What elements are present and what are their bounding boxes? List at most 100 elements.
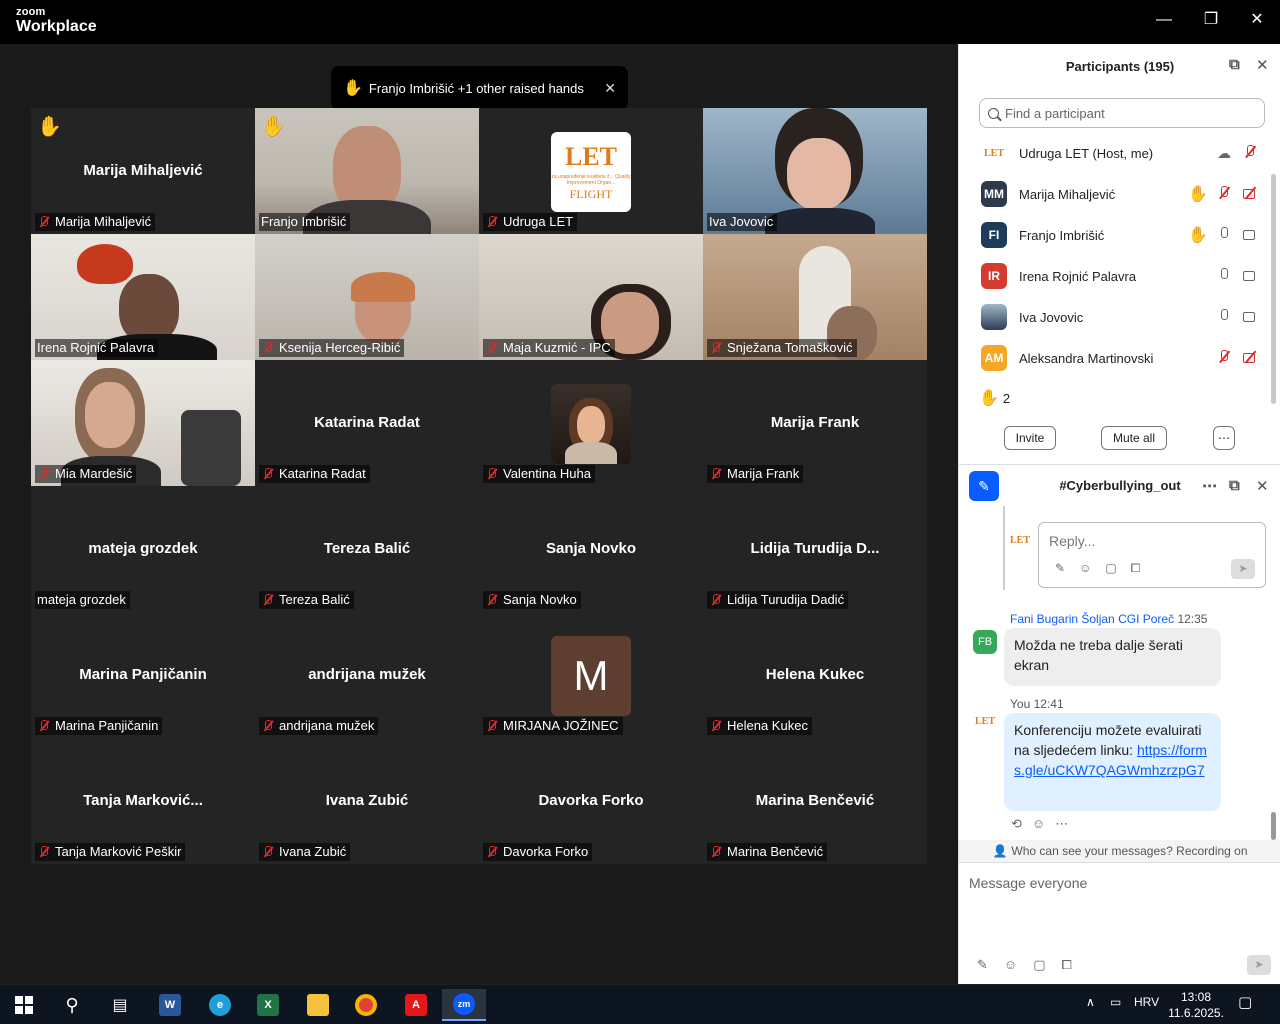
participant-row[interactable]: Iva Jovovic [981, 304, 1261, 330]
participant-name: Udruga LET [503, 214, 574, 229]
participant-name: Marija Mihaljević [55, 214, 152, 229]
language-indicator[interactable]: HRV [1134, 995, 1159, 1009]
participant-row[interactable]: IR Irena Rojnić Palavra [981, 263, 1261, 289]
tile-name: Sanja Novko [545, 540, 637, 557]
mic-muted-icon[interactable] [1239, 144, 1261, 162]
pop-out-chat-icon[interactable]: ⧉ [1229, 477, 1240, 494]
excel-icon[interactable]: X [246, 989, 290, 1021]
mic-muted-icon[interactable] [1213, 185, 1235, 203]
screenshot-icon[interactable]: ⧠ [1131, 561, 1155, 575]
video-off-icon[interactable] [1239, 350, 1261, 367]
file-explorer-icon[interactable] [296, 989, 340, 1021]
tile-name: Tanja Marković... [83, 792, 203, 809]
video-tile[interactable]: Maja Kuzmić - IPC [479, 234, 703, 360]
mic-muted-icon [261, 593, 275, 607]
acrobat-icon[interactable]: A [394, 989, 438, 1021]
emoji-reaction-icon[interactable]: ☺ [1032, 816, 1055, 831]
message-compose-input[interactable]: Message everyone ✎☺▢⧠ ➤ [959, 862, 1280, 984]
video-tile[interactable]: Ivana Zubić Ivana Zubić [255, 738, 479, 864]
video-tile[interactable]: ✋ Marija Mihaljević Marija Mihaljević [31, 108, 255, 234]
chat-scrollbar[interactable] [1271, 812, 1276, 840]
format-icon[interactable]: ✎ [977, 957, 1004, 972]
participant-search-input[interactable]: Find a participant [979, 98, 1265, 128]
minimize-button[interactable]: — [1150, 8, 1178, 32]
video-tile[interactable]: M MIRJANA JOŽINEC [479, 612, 703, 738]
format-icon[interactable]: ✎ [1055, 561, 1079, 575]
mic-icon[interactable] [1213, 308, 1235, 326]
mute-all-button[interactable]: Mute all [1101, 426, 1167, 450]
video-tile[interactable]: Katarina Radat Katarina Radat [255, 360, 479, 486]
restore-button[interactable]: ❐ [1197, 8, 1225, 32]
video-tile[interactable]: Ksenija Herceg-Ribić [255, 234, 479, 360]
file-icon[interactable]: ▢ [1105, 561, 1130, 575]
video-tile[interactable]: Lidija Turudija D... Lidija Turudija Dad… [703, 486, 927, 612]
video-tile[interactable]: Snježana Tomašković [703, 234, 927, 360]
video-tile[interactable]: Davorka Forko Davorka Forko [479, 738, 703, 864]
who-can-see-link[interactable]: 👤 Who can see your messages? Recording o… [959, 840, 1280, 862]
more-icon[interactable]: ⋯ [1202, 477, 1217, 495]
video-tile[interactable]: Sanja Novko Sanja Novko [479, 486, 703, 612]
word-icon[interactable]: W [148, 989, 192, 1021]
more-icon[interactable]: ⋯ [1055, 816, 1078, 831]
chevron-up-icon[interactable]: ∧ [1086, 995, 1095, 1009]
close-window-button[interactable]: ✕ [1243, 8, 1271, 32]
mic-muted-icon [709, 341, 723, 355]
windows-taskbar: ⚲ ▤ W e X A zm ∧ ▭ HRV 13:08 11.6.2025. … [0, 984, 1280, 1024]
zoom-taskbar-icon[interactable]: zm [442, 989, 486, 1021]
tile-label: Franjo Imbrišić [259, 213, 351, 231]
task-view-icon[interactable]: ▤ [98, 989, 142, 1021]
invite-button[interactable]: Invite [1004, 426, 1056, 450]
participant-row[interactable]: MM Marija Mihaljević ✋ [981, 181, 1261, 207]
search-taskbar-icon[interactable]: ⚲ [50, 989, 94, 1021]
reply-send-icon[interactable]: ➤ [1231, 559, 1255, 579]
chat-edit-icon[interactable]: ✎ [969, 471, 999, 501]
mic-icon[interactable] [1213, 267, 1235, 285]
network-icon[interactable]: ▭ [1110, 995, 1121, 1009]
video-tile[interactable]: Valentina Huha [479, 360, 703, 486]
video-icon[interactable] [1239, 227, 1261, 244]
video-tile[interactable]: Tanja Marković... Tanja Marković Peškir [31, 738, 255, 864]
participant-name: Marija Mihaljević [1019, 186, 1116, 202]
video-icon[interactable] [1239, 309, 1261, 326]
video-tile[interactable]: Marina Panjičanin Marina Panjičanin [31, 612, 255, 738]
mic-muted-icon [37, 215, 51, 229]
close-banner-icon[interactable]: ✕ [604, 80, 616, 97]
video-tile[interactable]: mateja grozdek mateja grozdek [31, 486, 255, 612]
emoji-icon[interactable]: ☺ [1004, 957, 1033, 972]
close-panel-icon[interactable]: ✕ [1256, 56, 1269, 74]
notifications-icon[interactable]: ▢ [1238, 993, 1252, 1011]
close-chat-icon[interactable]: ✕ [1256, 477, 1269, 495]
more-options-button[interactable]: ⋯ [1213, 426, 1235, 450]
pop-out-icon[interactable]: ⧉ [1229, 56, 1240, 73]
mic-icon[interactable] [1213, 226, 1235, 244]
system-clock[interactable]: 13:08 11.6.2025. [1166, 989, 1226, 1021]
participant-row[interactable]: FI Franjo Imbrišić ✋ [981, 222, 1261, 248]
thread-line [1003, 506, 1005, 590]
participant-row[interactable]: LET Udruga LET (Host, me) ☁ [981, 140, 1261, 166]
send-icon[interactable]: ➤ [1247, 955, 1271, 975]
file-icon[interactable]: ▢ [1033, 957, 1061, 972]
video-tile[interactable]: andrijana mužek andrijana mužek [255, 612, 479, 738]
video-tile[interactable]: Iva Jovovic [703, 108, 927, 234]
screenshot-icon[interactable]: ⧠ [1061, 957, 1087, 972]
video-tile[interactable]: Helena Kukec Helena Kukec [703, 612, 927, 738]
emoji-icon[interactable]: ☺ [1079, 561, 1105, 575]
video-tile[interactable]: Marija Frank Marija Frank [703, 360, 927, 486]
reply-icon[interactable]: ⟲ [1011, 816, 1032, 831]
participant-row[interactable]: AM Aleksandra Martinovski [981, 345, 1261, 371]
video-tile[interactable]: Mia Mardešić [31, 360, 255, 486]
video-tile[interactable]: Tereza Balić Tereza Balić [255, 486, 479, 612]
video-tile-active-speaker[interactable]: ✋ Franjo Imbrišić [255, 108, 479, 234]
video-icon[interactable] [1239, 268, 1261, 285]
edge-icon[interactable]: e [198, 989, 242, 1021]
mic-muted-icon[interactable] [1213, 349, 1235, 367]
chrome-icon[interactable] [344, 989, 388, 1021]
participant-scrollbar[interactable] [1271, 174, 1276, 404]
video-off-icon[interactable] [1239, 186, 1261, 203]
start-button[interactable] [2, 989, 46, 1021]
reply-input[interactable]: Reply... ✎☺▢⧠ ➤ [1038, 522, 1266, 588]
video-tile[interactable]: Marina Benčević Marina Benčević [703, 738, 927, 864]
video-tile[interactable]: LET za unapređenje kvalitete ž... Qualit… [479, 108, 703, 234]
mic-muted-icon [709, 845, 723, 859]
video-tile[interactable]: Irena Rojnić Palavra [31, 234, 255, 360]
